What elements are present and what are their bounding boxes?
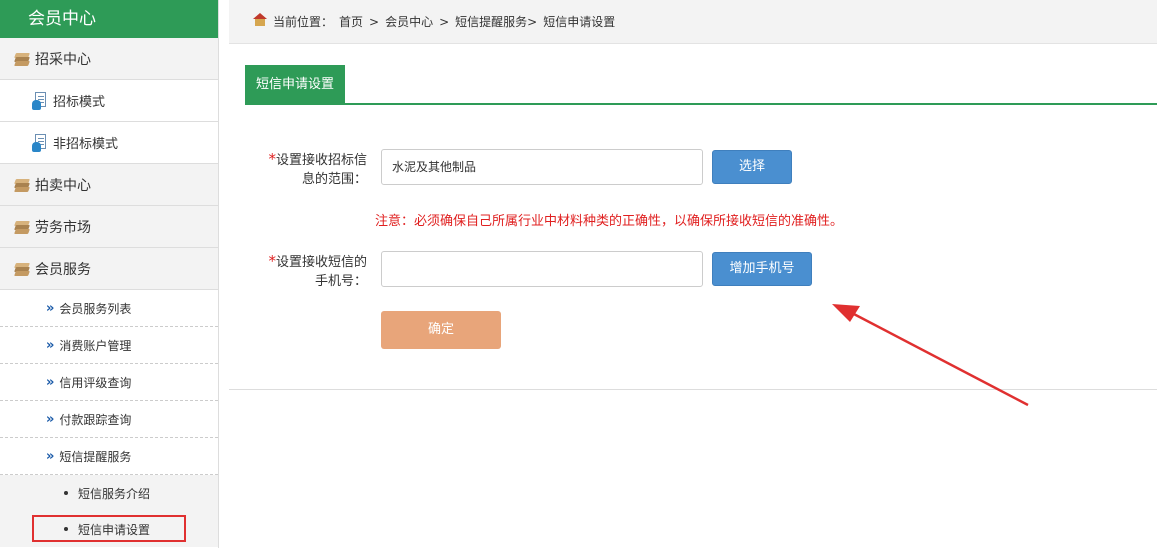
phone-label: *设置接收短信的 手机号： [257, 252, 367, 291]
sidebar-subitem-credit[interactable]: » 信用评级查询 [0, 364, 218, 401]
sidebar-item-label: 非招标模式 [53, 137, 119, 152]
sidebar-subitem-label: 消费账户管理 [59, 338, 132, 353]
breadcrumb-member-center[interactable]: 会员中心 [385, 13, 433, 30]
sidebar-subitem-label: 信用评级查询 [59, 375, 132, 390]
user-document-icon [32, 91, 48, 110]
sidebar-subitem-label: 会员服务列表 [59, 301, 132, 316]
breadcrumb-separator: > [439, 14, 450, 29]
highlight-box [32, 515, 186, 542]
breadcrumb-sms-service[interactable]: 短信提醒服务> [455, 13, 537, 30]
double-chevron-right-icon: » [46, 300, 55, 316]
add-phone-button[interactable]: 增加手机号 [712, 252, 812, 286]
sidebar-item-label: 拍卖中心 [35, 177, 91, 194]
breadcrumb-home[interactable]: 首页 [339, 13, 363, 30]
range-label-line1: 设置接收招标信 [275, 153, 367, 168]
double-chevron-right-icon: » [46, 374, 55, 390]
main-panel: 当前位置： 首页 > 会员中心 > 短信提醒服务> 短信申请设置 短信申请设置 … [229, 0, 1157, 390]
range-field[interactable]: 水泥及其他制品 [381, 149, 703, 185]
breadcrumb-separator: > [369, 14, 380, 29]
select-button[interactable]: 选择 [712, 150, 792, 184]
double-chevron-right-icon: » [46, 448, 55, 464]
sidebar-leaf-sms-intro[interactable]: 短信服务介绍 [0, 475, 218, 511]
sidebar-subitem-payment[interactable]: » 付款跟踪查询 [0, 401, 218, 438]
layers-icon [14, 52, 30, 66]
breadcrumb-prefix: 当前位置： [273, 15, 334, 29]
notice-text: 注意：必须确保自己所属行业中材料种类的正确性，以确保所接收短信的准确性。 [375, 214, 844, 229]
range-label: *设置接收招标信 息的范围： [257, 150, 367, 189]
required-mark: * [268, 150, 276, 168]
home-icon [253, 13, 267, 26]
sidebar-item-zhaocai[interactable]: 招采中心 [0, 38, 218, 80]
sidebar-item-label: 招标模式 [53, 95, 106, 110]
sidebar-item-zhaobiao[interactable]: 招标模式 [0, 80, 218, 122]
sidebar-item-label: 劳务市场 [35, 219, 91, 236]
double-chevron-right-icon: » [46, 337, 55, 353]
sidebar-subitem-sms[interactable]: » 短信提醒服务 [0, 438, 218, 475]
sidebar-item-laowu[interactable]: 劳务市场 [0, 206, 218, 248]
tab-bar: 短信申请设置 [245, 65, 1157, 105]
phone-label-line2: 手机号： [314, 274, 367, 289]
sidebar-item-label: 招采中心 [35, 51, 91, 68]
sidebar-subitem-label: 短信提醒服务 [59, 449, 132, 464]
sidebar-leaf-label: 短信服务介绍 [78, 486, 151, 501]
sidebar-title: 会员中心 [0, 0, 218, 38]
bullet-icon [64, 491, 68, 495]
sidebar-item-huiyuan[interactable]: 会员服务 [0, 248, 218, 290]
breadcrumb: 当前位置： 首页 > 会员中心 > 短信提醒服务> 短信申请设置 [229, 0, 1157, 44]
user-document-icon [32, 133, 48, 152]
phone-input[interactable] [381, 251, 703, 287]
layers-icon [14, 262, 30, 276]
sidebar-item-paimai[interactable]: 拍卖中心 [0, 164, 218, 206]
tab-sms-apply-settings[interactable]: 短信申请设置 [245, 65, 345, 103]
sidebar-subitem-account[interactable]: » 消费账户管理 [0, 327, 218, 364]
sidebar-item-feizhaobiao[interactable]: 非招标模式 [0, 122, 218, 164]
confirm-button[interactable]: 确定 [381, 311, 501, 349]
layers-icon [14, 220, 30, 234]
sidebar: 会员中心 招采中心 招标模式 非招标模式 拍卖中心 劳务市场 会员服务 » 会员… [0, 0, 219, 548]
layers-icon [14, 178, 30, 192]
sidebar-subitem-label: 付款跟踪查询 [59, 412, 132, 427]
required-mark: * [268, 252, 276, 270]
phone-label-line1: 设置接收短信的 [275, 255, 367, 270]
range-label-line2: 息的范围： [301, 172, 367, 187]
sidebar-item-label: 会员服务 [35, 261, 91, 278]
sidebar-subitem-service-list[interactable]: » 会员服务列表 [0, 290, 218, 327]
double-chevron-right-icon: » [46, 411, 55, 427]
breadcrumb-current: 短信申请设置 [543, 15, 616, 29]
